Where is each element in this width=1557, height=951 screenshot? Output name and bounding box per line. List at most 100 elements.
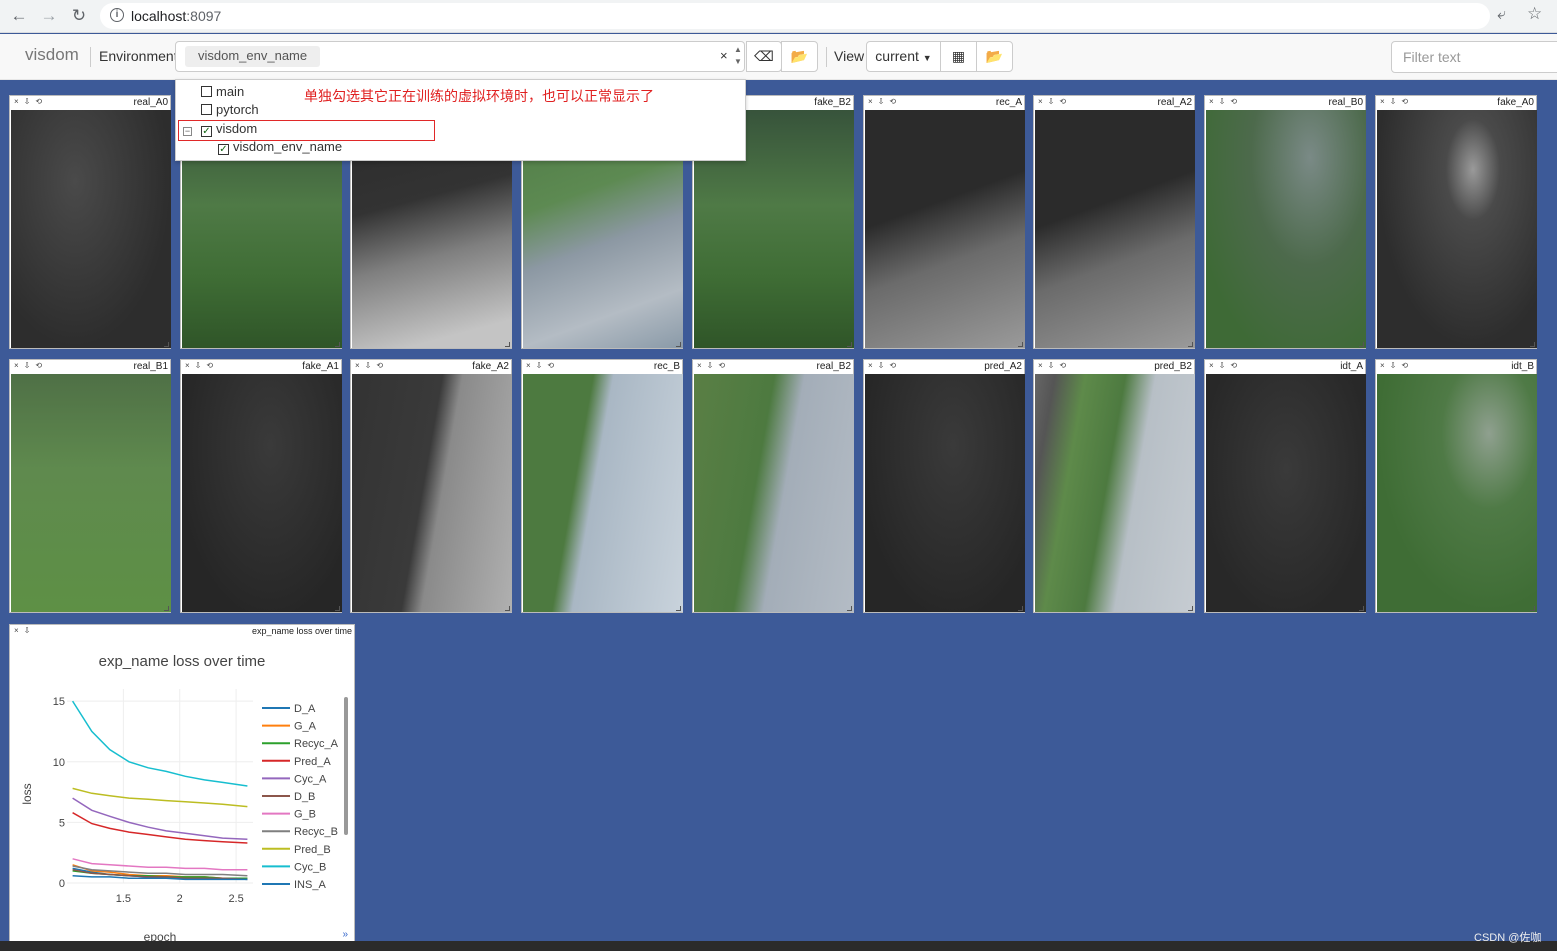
close-icon[interactable]: × (1038, 361, 1048, 370)
resize-handle-icon[interactable] (1018, 342, 1023, 347)
back-arrow-icon[interactable]: ← (8, 6, 30, 26)
download-icon[interactable]: ⇩ (1390, 97, 1402, 106)
download-icon[interactable]: ⇩ (536, 361, 548, 370)
reset-icon[interactable]: ⟲ (206, 361, 218, 370)
close-icon[interactable]: × (1380, 361, 1390, 370)
pane-titlebar[interactable]: ×⇩⟲ rec_B (522, 360, 682, 373)
reset-icon[interactable]: ⟲ (547, 361, 559, 370)
repack-grid-button[interactable]: ▦ (940, 41, 977, 72)
resize-handle-icon[interactable] (1188, 606, 1193, 611)
resize-handle-icon[interactable] (1188, 342, 1193, 347)
download-icon[interactable]: ⇩ (1219, 361, 1231, 370)
image-pane[interactable]: ×⇩⟲ idt_B (1375, 359, 1537, 613)
reset-icon[interactable]: ⟲ (1059, 361, 1071, 370)
reload-icon[interactable]: ↻ (68, 6, 90, 26)
resize-handle-icon[interactable] (676, 606, 681, 611)
filter-input[interactable]: Filter text (1391, 41, 1557, 73)
pane-titlebar[interactable]: ×⇩⟲ real_B0 (1205, 96, 1365, 109)
pane-titlebar[interactable]: ×⇩⟲ fake_A1 (181, 360, 341, 373)
download-icon[interactable]: ⇩ (24, 361, 36, 370)
download-icon[interactable]: ⇩ (1390, 361, 1402, 370)
resize-handle-icon[interactable] (676, 342, 681, 347)
image-pane[interactable]: ×⇩⟲ rec_B (521, 359, 683, 613)
close-icon[interactable]: × (1209, 97, 1219, 106)
image-pane[interactable]: ×⇩⟲ fake_A2 (350, 359, 512, 613)
image-pane[interactable]: ×⇩⟲ pred_A2 (863, 359, 1025, 613)
reset-icon[interactable]: ⟲ (35, 361, 47, 370)
resize-handle-icon[interactable] (1530, 606, 1535, 611)
pane-titlebar[interactable]: ×⇩⟲ pred_A2 (864, 360, 1024, 373)
clear-env-button[interactable]: ⌫ (746, 41, 782, 72)
checkbox[interactable] (201, 104, 212, 115)
close-icon[interactable]: × (14, 361, 24, 370)
reset-icon[interactable]: ⟲ (1401, 361, 1413, 370)
bookmark-star-icon[interactable]: ☆ (1527, 4, 1542, 24)
image-pane[interactable]: ×⇩⟲ fake_A1 (180, 359, 342, 613)
resize-handle-icon[interactable] (505, 606, 510, 611)
manage-env-button[interactable]: 📂 (781, 41, 818, 72)
close-icon[interactable]: × (868, 97, 878, 106)
forward-arrow-icon[interactable]: → (38, 6, 60, 26)
loss-line-chart[interactable]: exp_name loss over time 1.5 2 2.5 0 5 10 15 epoc… (10, 639, 354, 941)
pane-titlebar[interactable]: ×⇩⟲ real_A0 (10, 96, 170, 109)
env-option-pytorch[interactable]: pytorch (201, 101, 259, 119)
brand-logo[interactable]: visdom (25, 45, 79, 65)
resize-handle-icon[interactable] (335, 606, 340, 611)
environment-select[interactable]: visdom_env_name × ▲ ▼ (175, 41, 745, 72)
pane-titlebar[interactable]: ×⇩ exp_name loss over time (10, 625, 354, 638)
download-icon[interactable]: ⇩ (878, 97, 890, 106)
legend-scrollbar[interactable] (344, 697, 348, 835)
image-pane[interactable]: ×⇩⟲ pred_B2 (1033, 359, 1195, 613)
pane-titlebar[interactable]: ×⇩⟲ idt_A (1205, 360, 1365, 373)
pane-titlebar[interactable]: ×⇩⟲ fake_A2 (351, 360, 511, 373)
resize-handle-icon[interactable] (847, 342, 852, 347)
image-pane[interactable]: ×⇩⟲ rec_A (863, 95, 1025, 349)
reset-icon[interactable]: ⟲ (718, 361, 730, 370)
image-pane[interactable]: ×⇩⟲ real_B2 (692, 359, 854, 613)
close-icon[interactable]: × (697, 361, 707, 370)
reset-icon[interactable]: ⟲ (889, 97, 901, 106)
resize-handle-icon[interactable] (1018, 606, 1023, 611)
resize-handle-icon[interactable] (1359, 606, 1364, 611)
resize-handle-icon[interactable] (1530, 342, 1535, 347)
close-icon[interactable]: × (1380, 97, 1390, 106)
image-pane[interactable]: ×⇩⟲ real_B0 (1204, 95, 1366, 349)
download-icon[interactable]: ⇩ (365, 361, 377, 370)
download-icon[interactable]: ⇩ (1048, 361, 1060, 370)
reset-icon[interactable]: ⟲ (1230, 97, 1242, 106)
image-pane[interactable]: ×⇩⟲ real_A0 (9, 95, 171, 349)
download-icon[interactable]: ⇩ (878, 361, 890, 370)
pane-titlebar[interactable]: ×⇩⟲ rec_A (864, 96, 1024, 109)
env-option-main[interactable]: main (201, 83, 244, 101)
checkbox[interactable] (201, 86, 212, 97)
resize-handle-icon[interactable] (164, 606, 169, 611)
expand-icon[interactable]: » (342, 929, 348, 940)
image-pane[interactable]: ×⇩⟲ fake_A0 (1375, 95, 1537, 349)
view-select-button[interactable]: current ▼ (866, 41, 941, 72)
resize-handle-icon[interactable] (1359, 342, 1364, 347)
download-icon[interactable]: ⇩ (1048, 97, 1060, 106)
image-pane[interactable]: ×⇩⟲ idt_A (1204, 359, 1366, 613)
pane-titlebar[interactable]: ×⇩⟲ real_A2 (1034, 96, 1194, 109)
download-icon[interactable]: ⇩ (24, 97, 36, 106)
close-icon[interactable]: × (14, 626, 24, 635)
site-info-icon[interactable]: i (110, 8, 124, 22)
pane-titlebar[interactable]: ×⇩⟲ idt_B (1376, 360, 1536, 373)
close-icon[interactable]: × (14, 97, 24, 106)
download-icon[interactable]: ⇩ (1219, 97, 1231, 106)
reset-icon[interactable]: ⟲ (1230, 361, 1242, 370)
close-icon[interactable]: × (185, 361, 195, 370)
close-icon[interactable]: × (1209, 361, 1219, 370)
image-pane[interactable]: ×⇩⟲ real_B1 (9, 359, 171, 613)
reset-icon[interactable]: ⟲ (35, 97, 47, 106)
resize-handle-icon[interactable] (164, 342, 169, 347)
download-icon[interactable]: ⇩ (195, 361, 207, 370)
manage-views-button[interactable]: 📂 (976, 41, 1013, 72)
reset-icon[interactable]: ⟲ (889, 361, 901, 370)
checkbox-checked[interactable]: ✓ (218, 144, 229, 155)
select-arrows-icon[interactable]: ▲ ▼ (734, 44, 742, 68)
close-icon[interactable]: × (1038, 97, 1048, 106)
pane-titlebar[interactable]: ×⇩⟲ real_B2 (693, 360, 853, 373)
pane-titlebar[interactable]: ×⇩⟲ pred_B2 (1034, 360, 1194, 373)
clear-selection-icon[interactable]: × (720, 48, 728, 63)
